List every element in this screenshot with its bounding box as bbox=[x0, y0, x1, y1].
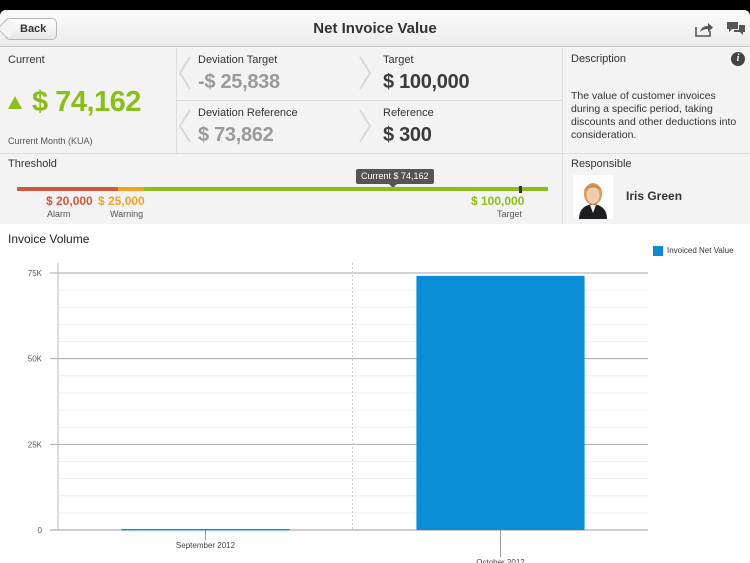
alarm-value: $ 20,000 bbox=[46, 194, 93, 208]
bar-october-2012 bbox=[416, 275, 585, 530]
deviation-target-value: -$ 25,838 bbox=[198, 71, 280, 93]
comments-icon[interactable] bbox=[726, 21, 746, 37]
threshold-warning-segment bbox=[118, 187, 144, 191]
deviation-target-label: Deviation Target bbox=[198, 54, 278, 66]
page-title: Net Invoice Value bbox=[313, 20, 437, 37]
reference-label: Reference bbox=[383, 107, 434, 119]
nav-bar: Back Net Invoice Value bbox=[0, 10, 750, 47]
trend-up-icon bbox=[8, 96, 22, 109]
threshold-target-marker bbox=[519, 186, 522, 193]
chevron-right-icon bbox=[359, 56, 372, 90]
chevron-left-icon bbox=[178, 56, 191, 90]
deviation-reference-label: Deviation Reference bbox=[198, 107, 298, 119]
target-value: $ 100,000 bbox=[383, 71, 470, 93]
current-label: Current bbox=[8, 54, 45, 66]
bar-chart: 0 25K 50K 75K September 2012 October 2012 bbox=[28, 263, 648, 563]
threshold-alarm-segment bbox=[17, 187, 118, 191]
current-tooltip: Current $ 74,162 bbox=[356, 169, 434, 188]
x-tick-label: October 2012 bbox=[476, 558, 525, 563]
target-threshold-value: $ 100,000 bbox=[471, 194, 525, 208]
warning-label: Warning bbox=[110, 209, 144, 219]
y-tick-label: 75K bbox=[28, 269, 43, 278]
description-text: The value of customer invoices during a … bbox=[571, 90, 737, 141]
avatar bbox=[573, 175, 613, 219]
target-threshold-label: Target bbox=[497, 209, 523, 219]
responsible-name: Iris Green bbox=[626, 189, 683, 203]
current-value: $ 74,162 bbox=[32, 86, 141, 118]
description-label: Description bbox=[571, 53, 627, 65]
reference-value: $ 300 bbox=[383, 124, 432, 146]
target-label: Target bbox=[383, 54, 414, 66]
chart-panel: Invoice Volume Invoiced Net Value 0 25K 50… bbox=[0, 224, 750, 563]
y-tick-label: 25K bbox=[28, 440, 43, 449]
warning-value: $ 25,000 bbox=[98, 194, 145, 208]
chevron-right-icon bbox=[359, 109, 372, 143]
x-tick-label: September 2012 bbox=[176, 541, 236, 550]
responsible-label: Responsible bbox=[571, 158, 632, 170]
current-sublabel: Current Month (KUA) bbox=[8, 136, 93, 146]
deviation-reference-value: $ 73,862 bbox=[198, 124, 274, 146]
share-icon[interactable] bbox=[694, 21, 714, 37]
threshold-label: Threshold bbox=[8, 158, 57, 170]
app-window: Back Net Invoice Value Current $ 74,162 … bbox=[0, 10, 750, 563]
y-tick-label: 0 bbox=[38, 526, 43, 535]
chevron-left-icon bbox=[178, 109, 191, 143]
threshold-good-segment bbox=[144, 187, 548, 191]
info-icon[interactable]: i bbox=[731, 52, 745, 66]
y-tick-label: 50K bbox=[28, 355, 43, 364]
alarm-label: Alarm bbox=[47, 209, 71, 219]
